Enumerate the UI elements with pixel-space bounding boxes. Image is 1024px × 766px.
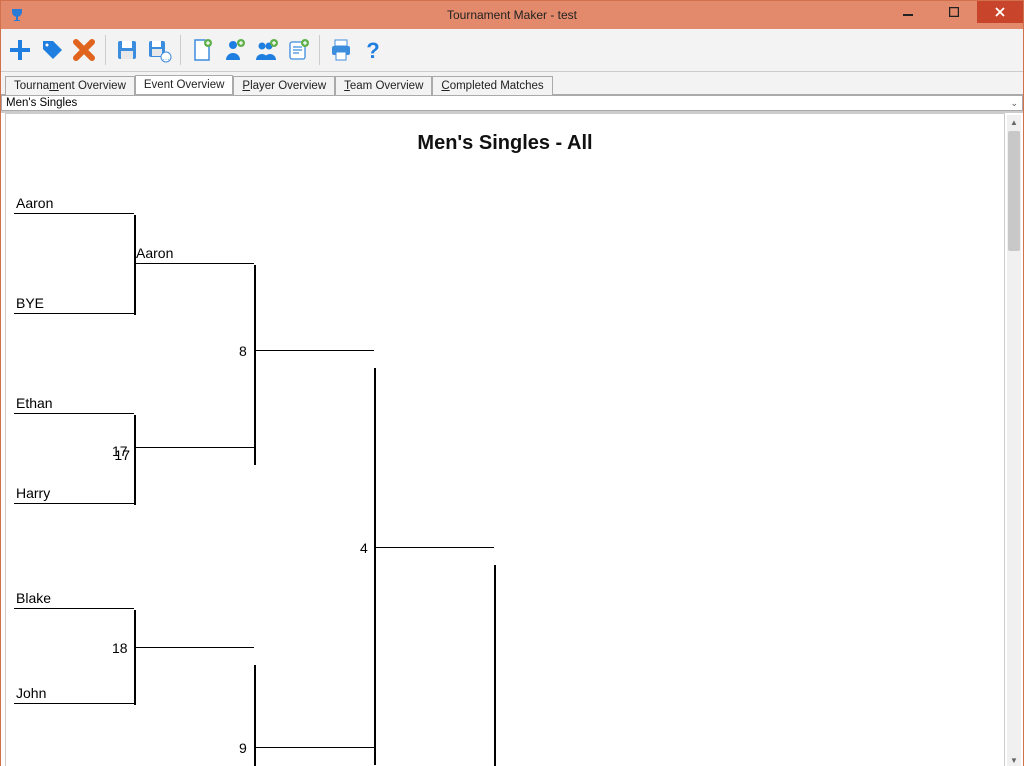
window-controls bbox=[885, 1, 1023, 23]
tab-event-overview[interactable]: Event Overview bbox=[135, 75, 234, 94]
svg-text:…: … bbox=[163, 55, 170, 62]
match-score: 18 bbox=[112, 640, 128, 656]
match-score: 9 bbox=[239, 740, 247, 756]
bracket-connector bbox=[134, 215, 136, 315]
toolbar: … ? bbox=[1, 29, 1023, 72]
tab-team-overview[interactable]: Team Overview bbox=[335, 76, 432, 95]
maximize-button[interactable] bbox=[931, 1, 977, 23]
match-score: 8 bbox=[239, 343, 247, 359]
player-name: Ethan bbox=[16, 395, 53, 411]
toolbar-separator bbox=[319, 35, 320, 65]
tag-icon bbox=[39, 37, 65, 63]
new-doc-icon bbox=[189, 37, 215, 63]
bracket-slot bbox=[134, 645, 254, 648]
add-player-button[interactable] bbox=[219, 35, 249, 65]
bracket-connector bbox=[134, 415, 136, 505]
bracket-connector bbox=[374, 368, 376, 765]
people-add-icon bbox=[253, 37, 279, 63]
player-name: Aaron bbox=[136, 245, 173, 261]
plus-icon bbox=[7, 37, 33, 63]
player-name: Blake bbox=[16, 590, 51, 606]
bracket-slot: Aaron bbox=[14, 195, 134, 214]
bracket-connector bbox=[254, 665, 256, 766]
close-button[interactable] bbox=[977, 1, 1023, 23]
save-as-icon: … bbox=[146, 37, 172, 63]
bracket-slot: Aaron bbox=[134, 245, 254, 264]
toolbar-separator bbox=[180, 35, 181, 65]
bracket-connector bbox=[254, 265, 256, 465]
tab-tournament-overview[interactable]: Tournament Overview bbox=[5, 76, 135, 95]
new-document-button[interactable] bbox=[187, 35, 217, 65]
content-area: Men's Singles - All Aaron BYE Ethan Harr… bbox=[1, 112, 1023, 766]
save-as-button[interactable]: … bbox=[144, 35, 174, 65]
note-add-icon bbox=[285, 37, 311, 63]
bracket-slot: Ethan bbox=[14, 395, 134, 414]
print-button[interactable] bbox=[326, 35, 356, 65]
player-name: Harry bbox=[16, 485, 50, 501]
vertical-scrollbar[interactable]: ▲ ▼ bbox=[1007, 115, 1021, 766]
minimize-button[interactable] bbox=[885, 1, 931, 23]
person-add-icon bbox=[221, 37, 247, 63]
event-selector-value: Men's Singles bbox=[6, 97, 77, 109]
help-button[interactable]: ? bbox=[358, 35, 388, 65]
chevron-down-icon: ⌄ bbox=[1010, 98, 1018, 109]
bracket-slot bbox=[134, 445, 254, 448]
help-icon: ? bbox=[360, 37, 386, 63]
print-icon bbox=[328, 37, 354, 63]
bracket-slot: BYE bbox=[14, 295, 134, 314]
scroll-up-arrow-icon[interactable]: ▲ bbox=[1007, 115, 1021, 129]
title-bar: Tournament Maker - test bbox=[1, 1, 1023, 29]
toolbar-separator bbox=[105, 35, 106, 65]
bracket-slot bbox=[254, 348, 374, 351]
add-team-button[interactable] bbox=[251, 35, 281, 65]
scroll-down-arrow-icon[interactable]: ▼ bbox=[1007, 753, 1021, 766]
tab-strip: Tournament Overview Event Overview Playe… bbox=[1, 72, 1023, 94]
bracket-slot bbox=[254, 745, 374, 748]
tag-button[interactable] bbox=[37, 35, 67, 65]
x-icon bbox=[71, 37, 97, 63]
tab-completed-matches[interactable]: Completed Matches bbox=[432, 76, 552, 95]
add-note-button[interactable] bbox=[283, 35, 313, 65]
bracket-connector bbox=[494, 565, 496, 766]
tab-player-overview[interactable]: Player Overview bbox=[233, 76, 335, 95]
save-icon bbox=[114, 37, 140, 63]
player-name: John bbox=[16, 685, 46, 701]
event-selector-row: Men's Singles ⌄ bbox=[1, 94, 1023, 112]
scrollbar-thumb[interactable] bbox=[1008, 131, 1020, 251]
match-score: 4 bbox=[360, 540, 368, 556]
window-title: Tournament Maker - test bbox=[1, 8, 1023, 22]
bracket-slot: Blake bbox=[14, 590, 134, 609]
player-name: BYE bbox=[16, 295, 44, 311]
match-score: 17 bbox=[112, 443, 128, 459]
bracket-slot: John bbox=[14, 685, 134, 704]
bracket-title: Men's Singles - All bbox=[6, 132, 1004, 155]
app-window: Tournament Maker - test … bbox=[0, 0, 1024, 766]
event-selector-dropdown[interactable]: Men's Singles ⌄ bbox=[1, 95, 1023, 111]
svg-text:?: ? bbox=[366, 38, 379, 63]
player-name: Aaron bbox=[16, 195, 53, 211]
delete-button[interactable] bbox=[69, 35, 99, 65]
save-button[interactable] bbox=[112, 35, 142, 65]
bracket-panel: Men's Singles - All Aaron BYE Ethan Harr… bbox=[5, 113, 1005, 766]
bracket-slot: Harry 17 bbox=[14, 485, 134, 504]
bracket-connector bbox=[134, 610, 136, 705]
bracket-slot bbox=[374, 545, 494, 548]
add-button[interactable] bbox=[5, 35, 35, 65]
